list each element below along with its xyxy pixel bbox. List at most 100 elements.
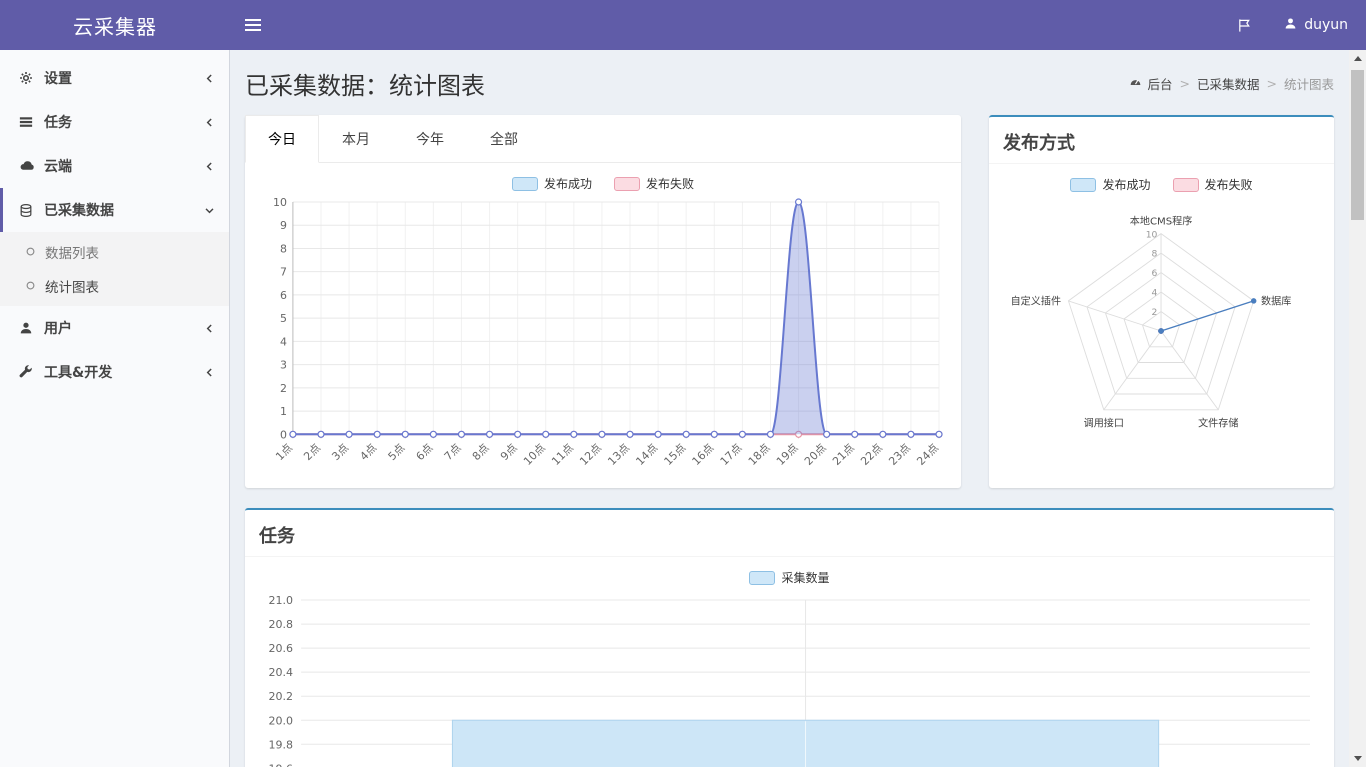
user-menu[interactable]: duyun [1266, 17, 1366, 34]
hamburger-icon [245, 19, 261, 21]
svg-text:7点: 7点 [442, 441, 464, 463]
publish-method-card: 发布方式 发布成功发布失败 246810本地CMS程序数据库文件存储调用接口自定… [989, 115, 1334, 488]
svg-text:8: 8 [280, 242, 287, 255]
sidebar-item-cloud[interactable]: 云端 [0, 144, 229, 188]
tab-today[interactable]: 今日 [245, 115, 319, 163]
sidebar-submenu: 数据列表统计图表 [0, 232, 229, 306]
scrollbar-thumb[interactable] [1351, 70, 1364, 220]
legend-swatch [512, 177, 538, 191]
task-count-bar-chart[interactable]: 21.020.820.620.420.220.019.819.619.4 [259, 588, 1320, 767]
sidebar-item-label: 设置 [44, 68, 72, 88]
sidebar-subitem-data-list[interactable]: 数据列表 [0, 235, 229, 269]
sidebar-item-settings[interactable]: 设置 [0, 56, 229, 100]
svg-text:19.6: 19.6 [269, 763, 294, 767]
svg-text:21点: 21点 [830, 441, 857, 468]
cloud-icon [17, 159, 35, 174]
sidebar-item-collected-data[interactable]: 已采集数据 [0, 188, 229, 232]
scroll-up-button[interactable] [1349, 50, 1366, 67]
flag-icon[interactable] [1223, 0, 1266, 50]
svg-text:6点: 6点 [414, 441, 436, 463]
legend-item-publish-fail[interactable]: 发布失败 [614, 175, 694, 192]
svg-text:2: 2 [280, 382, 287, 395]
radar-card-title: 发布方式 [989, 117, 1334, 164]
legend-label: 发布失败 [1205, 176, 1253, 193]
chevron-left-icon [204, 117, 215, 128]
page-title: 已采集数据：统计图表 [245, 66, 485, 101]
tab-year[interactable]: 今年 [393, 115, 467, 163]
svg-text:2: 2 [1152, 307, 1158, 318]
svg-text:4点: 4点 [357, 441, 379, 463]
sidebar-subitem-label: 统计图表 [45, 276, 99, 296]
chevron-left-icon [204, 161, 215, 172]
legend-swatch [1070, 178, 1096, 192]
scroll-down-button[interactable] [1349, 750, 1366, 767]
radar-indicator-labels: 本地CMS程序数据库文件存储调用接口自定义插件 [1011, 214, 1292, 429]
legend-item-publish-success[interactable]: 发布成功 [1070, 176, 1150, 193]
publish-method-radar-chart[interactable]: 246810本地CMS程序数据库文件存储调用接口自定义插件 [1003, 195, 1320, 452]
legend-item-publish-fail[interactable]: 发布失败 [1173, 176, 1253, 193]
person-icon [1284, 17, 1297, 34]
svg-text:18点: 18点 [746, 441, 773, 468]
breadcrumb-item: 统计图表 [1284, 74, 1334, 93]
svg-text:19.8: 19.8 [269, 738, 294, 751]
svg-text:本地CMS程序: 本地CMS程序 [1130, 214, 1193, 227]
gear-icon [17, 71, 35, 85]
svg-text:20点: 20点 [802, 441, 829, 468]
task-card-title: 任务 [245, 510, 1334, 557]
bar-series [452, 720, 1158, 767]
svg-text:20.8: 20.8 [269, 618, 294, 631]
svg-text:23点: 23点 [886, 441, 913, 468]
breadcrumb-item[interactable]: 后台 [1129, 74, 1172, 93]
chart-period-tabs: 今日本月今年全部 [245, 115, 961, 163]
user-icon [17, 321, 35, 335]
svg-text:10点: 10点 [521, 441, 548, 468]
vertical-scrollbar[interactable] [1349, 50, 1366, 767]
svg-text:15点: 15点 [662, 441, 689, 468]
sidebar-item-label: 任务 [44, 112, 72, 132]
legend-swatch [1173, 178, 1199, 192]
radar-chart-legend: 发布成功 发布失败 [1003, 164, 1320, 195]
svg-text:1点: 1点 [273, 441, 295, 463]
svg-text:文件存储: 文件存储 [1198, 416, 1238, 429]
sidebar-item-users[interactable]: 用户 [0, 306, 229, 350]
svg-text:5点: 5点 [386, 441, 408, 463]
svg-text:5: 5 [280, 312, 287, 325]
svg-text:6: 6 [280, 289, 287, 302]
svg-text:20.4: 20.4 [269, 666, 294, 679]
svg-text:0: 0 [280, 428, 287, 441]
svg-text:20.0: 20.0 [269, 714, 294, 727]
breadcrumb-item[interactable]: 已采集数据 [1197, 74, 1260, 93]
tab-month[interactable]: 本月 [319, 115, 393, 163]
line-chart-legend: 发布成功 发布失败 [259, 163, 947, 194]
legend-item-publish-success[interactable]: 发布成功 [512, 175, 592, 192]
hourly-publish-chart[interactable]: 0123456789101点2点3点4点5点6点7点8点9点10点11点12点1… [259, 194, 947, 478]
svg-text:4: 4 [280, 335, 287, 348]
legend-item-collect-count[interactable]: 采集数量 [749, 569, 829, 586]
svg-text:6: 6 [1152, 268, 1158, 279]
svg-text:13点: 13点 [605, 441, 632, 468]
sidebar-item-tasks[interactable]: 任务 [0, 100, 229, 144]
sidebar-subitem-label: 数据列表 [45, 242, 99, 262]
top-navbar: 云采集器 duyun [0, 0, 1366, 50]
sidebar-toggle-button[interactable] [230, 0, 276, 50]
sidebar-item-label: 云端 [44, 156, 72, 176]
svg-text:10: 10 [1146, 229, 1158, 240]
svg-text:2点: 2点 [301, 441, 323, 463]
chevron-left-icon [204, 73, 215, 84]
circle-icon [26, 278, 35, 294]
svg-text:9点: 9点 [498, 441, 520, 463]
svg-text:3点: 3点 [329, 441, 351, 463]
svg-text:16点: 16点 [690, 441, 717, 468]
legend-label: 发布失败 [646, 175, 694, 192]
legend-label: 发布成功 [544, 175, 592, 192]
database-icon [17, 203, 35, 218]
tab-all[interactable]: 全部 [467, 115, 541, 163]
svg-text:8点: 8点 [470, 441, 492, 463]
sidebar-subitem-stats-chart[interactable]: 统计图表 [0, 269, 229, 303]
username: duyun [1304, 17, 1348, 33]
svg-text:11点: 11点 [549, 441, 576, 468]
wrench-icon [17, 365, 35, 379]
sidebar-item-tools-dev[interactable]: 工具&开发 [0, 350, 229, 394]
svg-text:24点: 24点 [914, 441, 941, 468]
app-brand[interactable]: 云采集器 [0, 0, 230, 50]
